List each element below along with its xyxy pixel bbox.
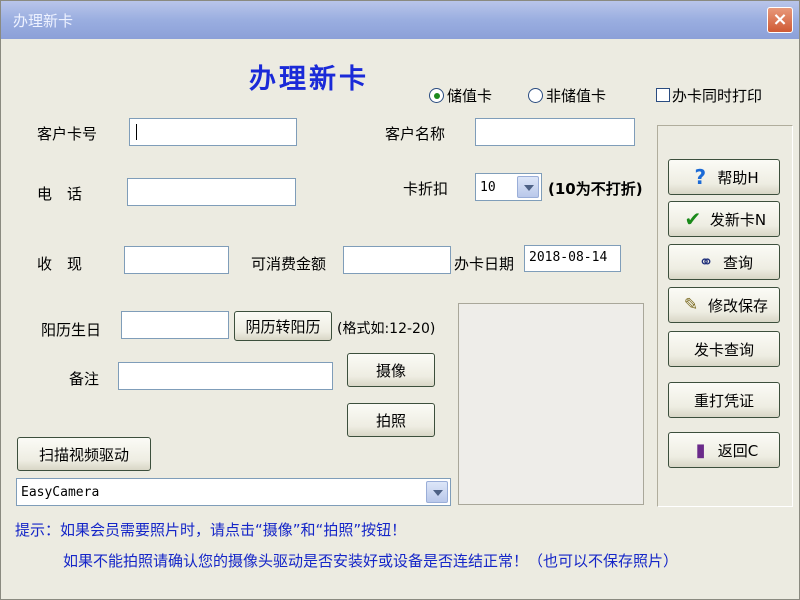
checkbox-icon — [656, 88, 670, 102]
camera-driver-value: EasyCamera — [21, 485, 100, 500]
title-bar: 办理新卡 × — [1, 1, 799, 39]
issue-card-button[interactable]: ✔ 发新卡N — [668, 201, 780, 237]
lunar-to-solar-button[interactable]: 阴历转阳历 — [234, 311, 332, 341]
reprint-receipt-button[interactable]: 重打凭证 — [668, 382, 780, 418]
new-card-window: 办理新卡 × 办理新卡 储值卡 非储值卡 办卡同时打印 客户卡号 客户名称 电 … — [0, 0, 800, 600]
radio-non-stored-value-label: 非储值卡 — [546, 86, 607, 105]
query-button[interactable]: ⚭ 查询 — [668, 244, 780, 280]
birthday-label: 阳历生日 — [41, 321, 102, 339]
spendable-amount-input[interactable] — [343, 246, 451, 274]
issue-date-input[interactable]: 2018-08-14 — [524, 245, 621, 272]
help-button-label: 帮助H — [717, 168, 759, 187]
take-photo-button[interactable]: 拍照 — [347, 403, 435, 437]
discount-select[interactable]: 10 — [475, 173, 542, 201]
exit-door-icon: ▮ — [695, 439, 706, 461]
card-number-input[interactable] — [129, 118, 297, 146]
phone-input[interactable] — [127, 178, 296, 206]
back-button[interactable]: ▮ 返回C — [668, 432, 780, 468]
camera-capture-button[interactable]: 摄像 — [347, 353, 435, 387]
chevron-down-icon[interactable] — [517, 176, 539, 198]
close-button[interactable]: × — [767, 7, 793, 33]
save-changes-button-label: 修改保存 — [707, 296, 768, 315]
hint-line-1: 提示：如果会员需要照片时，请点击“摄像”和“拍照”按钮！ — [15, 521, 407, 539]
camera-driver-select[interactable]: EasyCamera — [16, 478, 451, 506]
customer-name-label: 客户名称 — [385, 125, 446, 143]
birthday-input[interactable] — [121, 311, 229, 339]
scan-video-driver-button[interactable]: 扫描视频驱动 — [17, 437, 151, 471]
radio-stored-value-card[interactable]: 储值卡 — [429, 85, 492, 105]
query-button-label: 查询 — [722, 253, 753, 272]
radio-selected-icon — [429, 87, 444, 103]
issue-card-button-label: 发新卡N — [709, 210, 767, 229]
phone-label: 电 话 — [37, 185, 83, 203]
card-number-label: 客户卡号 — [37, 125, 98, 143]
photo-preview — [458, 303, 644, 505]
discount-label: 卡折扣 — [403, 180, 449, 198]
back-button-label: 返回C — [717, 441, 759, 460]
radio-stored-value-label: 储值卡 — [447, 86, 493, 105]
customer-name-input[interactable] — [475, 118, 635, 146]
save-changes-button[interactable]: ✎ 修改保存 — [668, 287, 780, 323]
binoculars-icon: ⚭ — [698, 251, 714, 273]
print-on-issue-checkbox[interactable]: 办卡同时打印 — [656, 85, 762, 105]
print-on-issue-label: 办卡同时打印 — [672, 86, 763, 105]
cash-input[interactable] — [124, 246, 229, 274]
cash-label: 收 现 — [37, 255, 83, 273]
edit-document-icon: ✎ — [683, 295, 699, 315]
chevron-down-icon[interactable] — [426, 481, 448, 503]
birthday-format-hint: (格式如:12-20) — [337, 321, 436, 337]
hint-line-2: 如果不能拍照请确认您的摄像头驱动是否安装好或设备是否连结正常！（也可以不保存照片… — [63, 552, 679, 570]
remark-input[interactable] — [118, 362, 333, 390]
question-icon: ? — [694, 165, 707, 189]
radio-unselected-icon — [528, 87, 543, 103]
spendable-amount-label: 可消费金额 — [251, 255, 327, 273]
checkmark-icon: ✔ — [684, 207, 702, 231]
discount-value: 10 — [480, 180, 496, 195]
issue-date-label: 办卡日期 — [454, 255, 515, 273]
help-button[interactable]: ? 帮助H — [668, 159, 780, 195]
radio-non-stored-value-card[interactable]: 非储值卡 — [528, 85, 606, 105]
issued-cards-query-button[interactable]: 发卡查询 — [668, 331, 780, 367]
remark-label: 备注 — [69, 370, 100, 388]
window-title: 办理新卡 — [13, 12, 74, 30]
discount-note: (10为不打折) — [548, 180, 643, 198]
text-caret — [136, 124, 137, 140]
page-heading: 办理新卡 — [249, 64, 369, 95]
